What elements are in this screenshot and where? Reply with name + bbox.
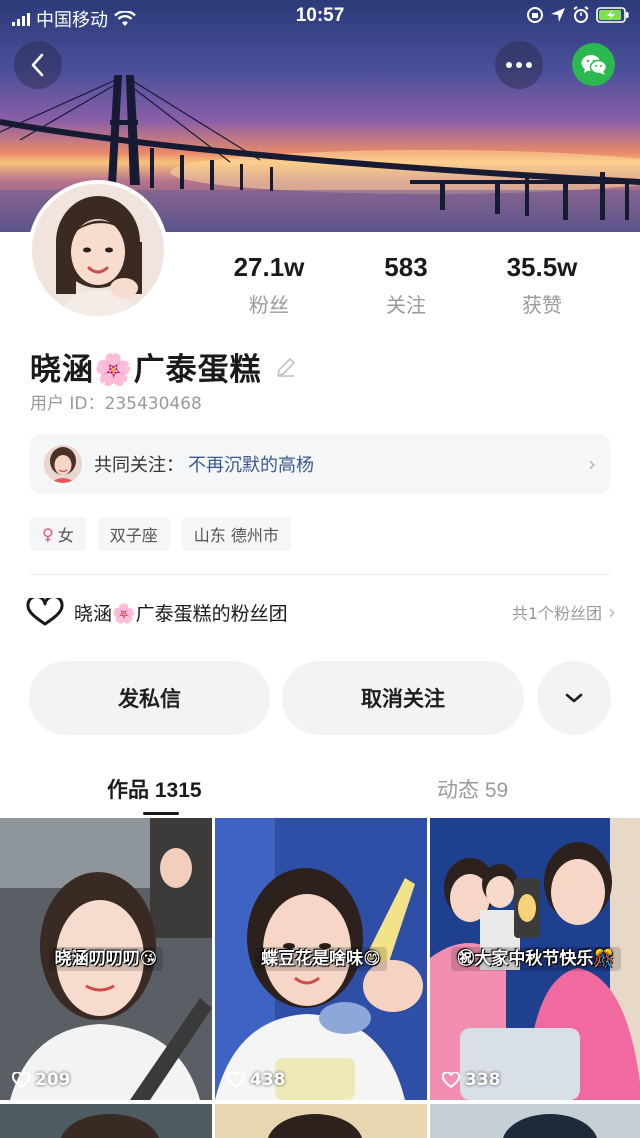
mutual-avatar [44,445,82,483]
stat-likes-label: 获赞 [522,293,562,317]
unfollow-button[interactable]: 取消关注 [282,661,524,735]
video-thumbnail[interactable]: 蝶豆花是啥味😋 438 [215,818,427,1100]
edit-icon[interactable] [274,355,298,379]
expand-button[interactable] [537,661,611,735]
chevron-down-icon [565,693,583,703]
status-bar: 中国移动 10:57 [0,0,640,34]
video-likes: 209 [12,1070,71,1090]
fan-club-title: 晓涵🌸广泰蛋糕的粉丝团 [74,602,288,625]
video-caption: 蝶豆花是啥味😋 [215,944,427,971]
stat-likes-value: 35.5w [506,252,578,282]
video-caption: ㊗大家中秋节快乐🎊 [430,944,640,971]
stat-following[interactable]: 583 关注 [346,252,466,318]
tag-zodiac-label: 双子座 [109,526,158,545]
female-icon: ♀ [42,524,54,544]
tab-active-indicator [143,812,179,815]
tag-location-label: 山东 德州市 [193,526,279,545]
profile-tags: ♀ 女 双子座 山东 德州市 [30,517,291,551]
mutual-follow-name[interactable]: 不再沉默的高杨 [188,451,314,477]
divider [30,574,610,575]
more-dots-icon [506,62,532,68]
video-likes: 438 [227,1070,286,1090]
mutual-follow-row[interactable]: 共同关注： 不再沉默的高杨 › [30,434,610,494]
tab-works[interactable]: 作品 1315 [107,774,202,804]
tag-zodiac: 双子座 [97,517,170,551]
video-caption: 晓涵叨叨叨😘 [0,944,212,971]
stat-following-label: 关注 [386,293,426,317]
video-thumbnail[interactable] [0,1104,212,1138]
tab-moments[interactable]: 动态 59 [437,774,508,804]
avatar[interactable] [28,180,168,320]
user-id: 用户 ID：235430468 [30,394,202,414]
tag-location: 山东 德州市 [181,517,291,551]
profile-name-row: 晓涵🌸广泰蛋糕 [30,344,298,389]
heart-icon [442,1072,460,1088]
profile-name: 晓涵🌸广泰蛋糕 [30,352,262,388]
battery-icon [596,7,629,23]
stat-following-value: 583 [384,252,428,282]
video-thumbnail[interactable]: ㊗大家中秋节快乐🎊 338 [430,818,640,1100]
video-likes-count: 209 [35,1070,71,1090]
chevron-left-icon [31,53,44,77]
video-likes-count: 438 [250,1070,286,1090]
fan-club-row[interactable]: 晓涵🌸广泰蛋糕的粉丝团 共1个粉丝团 › [26,592,616,632]
stat-fans[interactable]: 27.1w 粉丝 [209,252,329,318]
chevron-right-icon: › [588,452,596,476]
video-likes-count: 338 [465,1070,501,1090]
heart-icon [12,1072,30,1088]
content-tabs: 作品 1315 动态 59 [0,770,640,815]
stat-fans-value: 27.1w [233,252,305,282]
video-likes: 338 [442,1070,501,1090]
status-right [526,6,630,24]
fan-club-count: 共1个粉丝团 [511,604,602,623]
stat-fans-label: 粉丝 [249,293,289,317]
send-message-button[interactable]: 发私信 [29,661,270,735]
video-thumbnail[interactable] [430,1104,640,1138]
location-icon [551,8,565,22]
video-thumbnail[interactable] [215,1104,427,1138]
more-options-button[interactable] [495,41,543,89]
wechat-share-button[interactable] [572,43,615,86]
heart-outline-icon [26,598,64,626]
tag-gender-label: 女 [57,526,74,545]
video-thumbnail[interactable]: 晓涵叨叨叨😘 209 [0,818,212,1100]
back-button[interactable] [14,41,62,89]
wechat-icon [581,54,607,75]
orientation-lock-icon [527,7,543,23]
stat-likes[interactable]: 35.5w 获赞 [482,252,602,318]
mutual-follow-label: 共同关注： [94,455,184,476]
heart-icon [227,1072,245,1088]
chevron-right-icon: › [608,600,616,624]
tag-gender: ♀ 女 [30,517,86,551]
alarm-icon [573,6,589,23]
